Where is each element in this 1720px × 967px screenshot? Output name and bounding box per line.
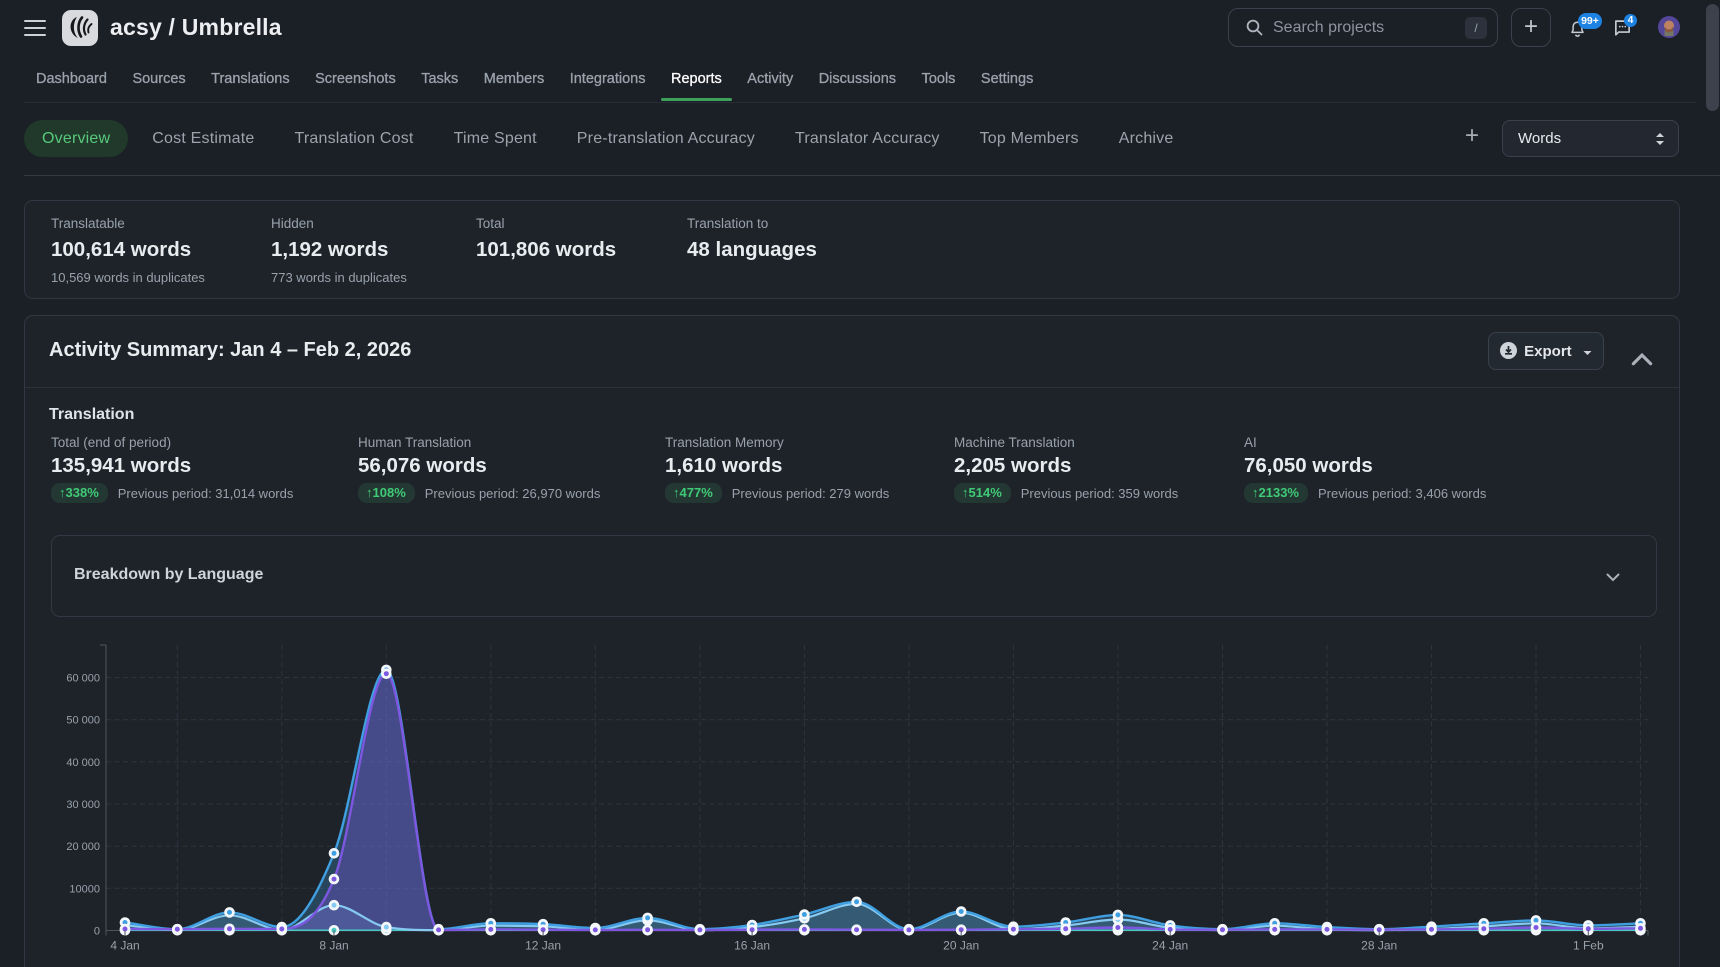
svg-text:16 Jan: 16 Jan — [734, 939, 770, 953]
svg-text:50 000: 50 000 — [66, 715, 100, 727]
svg-text:1 Feb: 1 Feb — [1573, 939, 1604, 953]
svg-text:0: 0 — [94, 926, 100, 938]
svg-text:30 000: 30 000 — [66, 799, 100, 811]
svg-text:20 Jan: 20 Jan — [943, 939, 979, 953]
svg-text:10000: 10000 — [69, 883, 100, 895]
svg-text:4 Jan: 4 Jan — [110, 939, 139, 953]
svg-text:60 000: 60 000 — [66, 673, 100, 685]
svg-text:12 Jan: 12 Jan — [525, 939, 561, 953]
svg-text:8 Jan: 8 Jan — [319, 939, 348, 953]
svg-text:40 000: 40 000 — [66, 757, 100, 769]
svg-text:28 Jan: 28 Jan — [1361, 939, 1397, 953]
svg-text:20 000: 20 000 — [66, 841, 100, 853]
svg-text:24 Jan: 24 Jan — [1152, 939, 1188, 953]
